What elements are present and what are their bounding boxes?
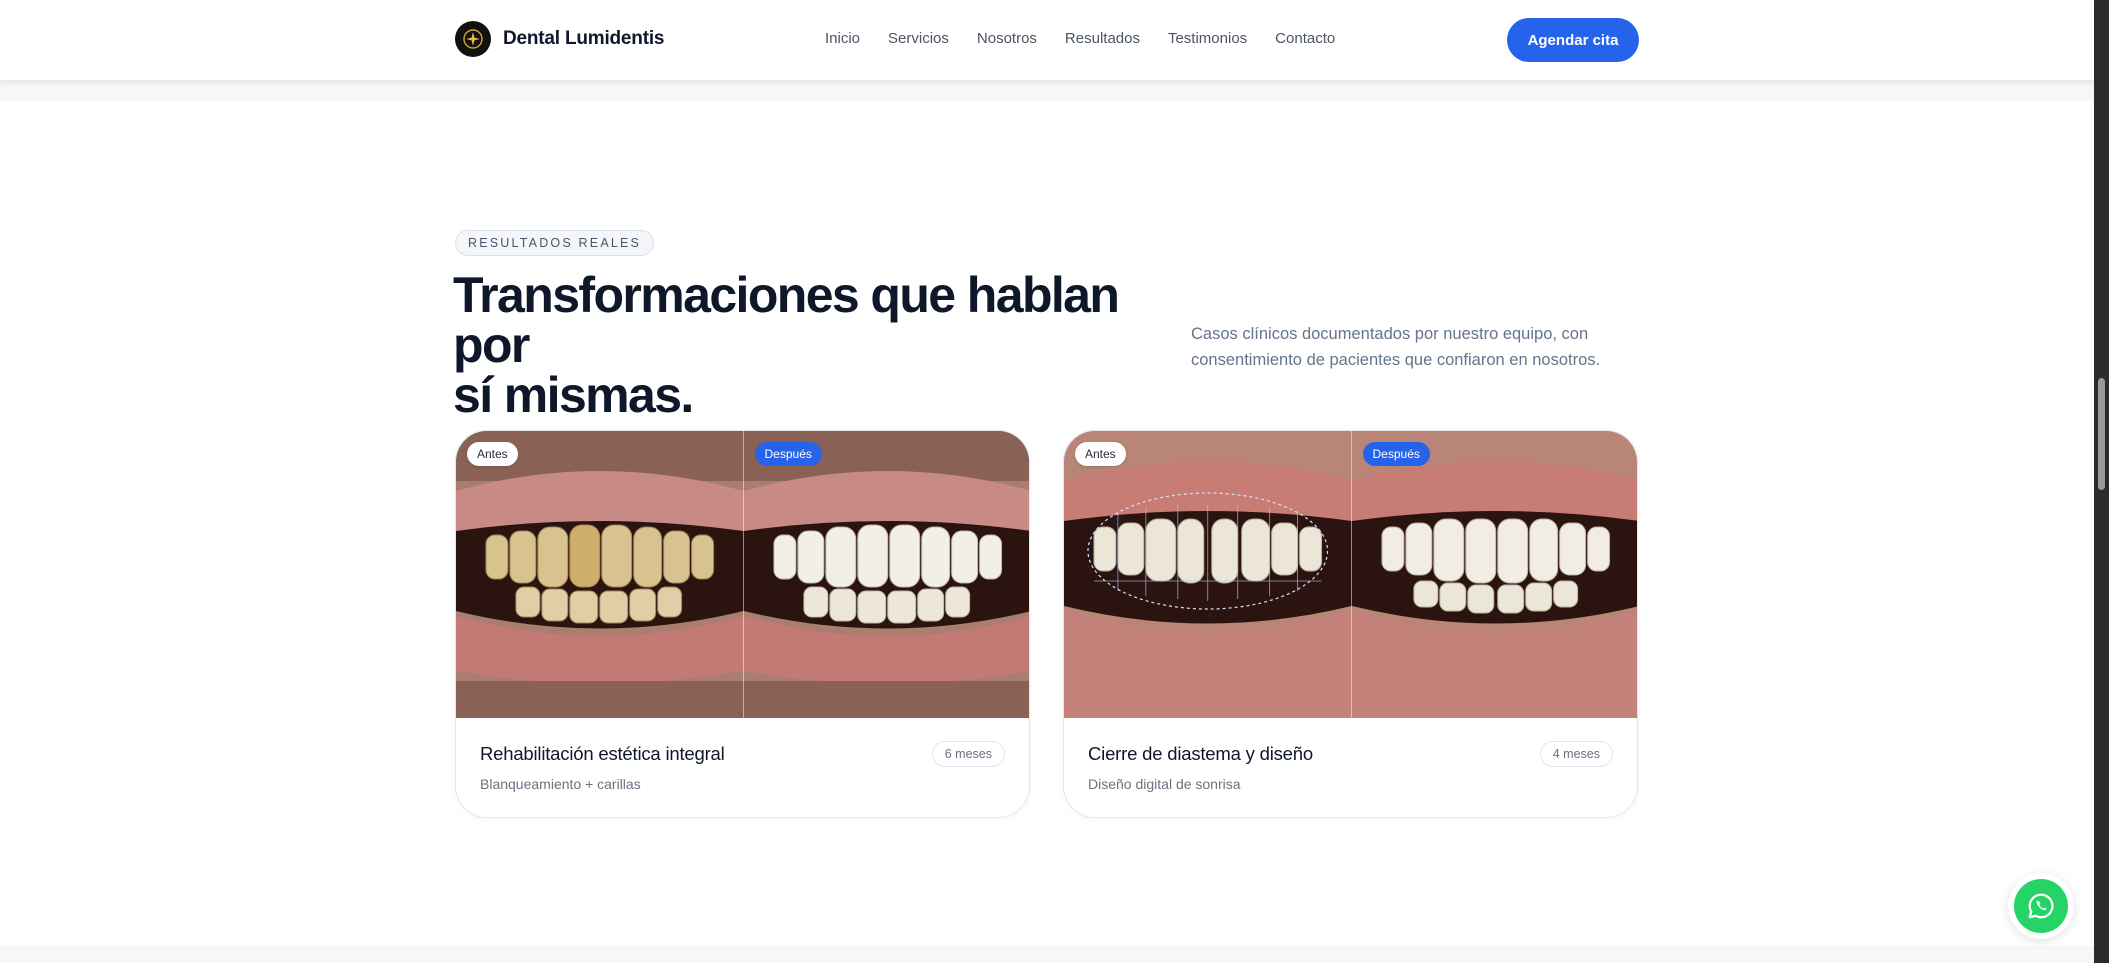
nav-item-servicios[interactable]: Servicios — [888, 30, 949, 47]
headline-line-2: sí mismas. — [453, 367, 694, 423]
section-divider-top — [0, 81, 2094, 101]
duration-badge: 4 meses — [1539, 741, 1613, 767]
whatsapp-icon — [2014, 879, 2068, 933]
after-tag: Después — [754, 442, 822, 466]
scrollbar-thumb[interactable] — [2098, 378, 2105, 490]
after-tag: Después — [1362, 442, 1430, 466]
before-after-image: Antes Después — [1064, 431, 1637, 718]
site-header: Dental Lumidentis Inicio Servicios Nosot… — [0, 0, 2094, 81]
nav-item-contacto[interactable]: Contacto — [1275, 30, 1335, 47]
brand[interactable]: Dental Lumidentis — [455, 21, 664, 57]
before-tag: Antes — [1075, 442, 1126, 466]
before-photo: Antes — [456, 431, 744, 718]
case-title: Cierre de diastema y diseño — [1088, 743, 1313, 764]
before-after-image: Antes Después — [456, 431, 1029, 718]
section-lead: Casos clínicos documentados por nuestro … — [1191, 321, 1631, 373]
case-subtitle: Blanqueamiento + carillas — [480, 776, 641, 792]
after-photo: Después — [1351, 431, 1637, 718]
lead-line-1: Casos clínicos documentados por nuestro … — [1191, 325, 1589, 343]
brand-name: Dental Lumidentis — [503, 28, 665, 49]
case-title: Rehabilitación estética integral — [480, 743, 725, 764]
after-photo: Después — [743, 431, 1029, 718]
section-headline: Transformaciones que hablan por sí misma… — [453, 270, 1153, 420]
before-photo: Antes — [1064, 431, 1352, 718]
nav-item-testimonios[interactable]: Testimonios — [1168, 30, 1247, 47]
nav-item-nosotros[interactable]: Nosotros — [977, 30, 1037, 47]
sparkle-icon — [455, 21, 491, 57]
nav-item-inicio[interactable]: Inicio — [825, 30, 860, 47]
duration-badge: 6 meses — [931, 741, 1005, 767]
whatsapp-button[interactable] — [2008, 873, 2074, 939]
before-tag: Antes — [467, 442, 518, 466]
main-nav: Inicio Servicios Nosotros Resultados Tes… — [825, 30, 1335, 47]
case-card[interactable]: Antes — [455, 430, 1030, 818]
headline-line-1: Transformaciones que hablan por — [453, 267, 1120, 373]
nav-item-resultados[interactable]: Resultados — [1065, 30, 1140, 47]
section-eyebrow: RESULTADOS REALES — [455, 230, 655, 256]
section-divider-bottom — [0, 946, 2094, 963]
book-appointment-button[interactable]: Agendar cita — [1507, 18, 1639, 62]
case-subtitle: Diseño digital de sonrisa — [1088, 776, 1241, 792]
case-card[interactable]: Antes — [1063, 430, 1638, 818]
lead-line-2: consentimiento de pacientes que confiaro… — [1191, 351, 1601, 369]
